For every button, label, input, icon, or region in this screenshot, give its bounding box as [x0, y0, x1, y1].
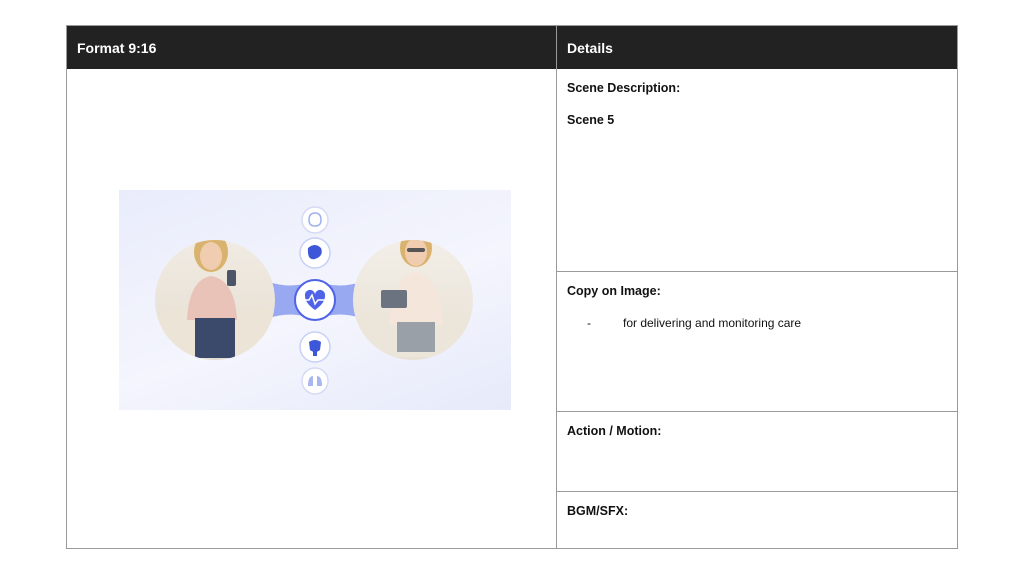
heart-pulse-icon [294, 279, 336, 321]
bgm-sfx-cell: BGM/SFX: [557, 492, 957, 548]
details-header: Details [557, 26, 957, 69]
stomach-icon [299, 237, 331, 269]
scene-number: Scene 5 [567, 113, 615, 127]
scene-description-label: Scene Description: [567, 81, 681, 95]
bladder-icon [299, 331, 331, 363]
patient-portrait [155, 240, 275, 360]
bgm-sfx-label: BGM/SFX: [567, 504, 629, 518]
copy-on-image-label: Copy on Image: [567, 284, 661, 298]
scene-illustration [119, 190, 511, 410]
brain-icon [301, 206, 329, 234]
format-header: Format 9:16 [67, 26, 557, 69]
action-motion-label: Action / Motion: [567, 424, 662, 438]
storyboard-table: Format 9:16 Details Scene Description: S… [66, 25, 958, 549]
copy-text: for delivering and monitoring care [623, 316, 802, 330]
bullet-dash: - [587, 316, 591, 330]
copy-on-image-cell: Copy on Image: - for delivering and moni… [557, 272, 957, 412]
doctor-portrait [353, 240, 473, 360]
action-motion-cell: Action / Motion: [557, 412, 957, 492]
telehealth-graphic [155, 206, 473, 395]
scene-description-cell: Scene Description: Scene 5 [557, 69, 957, 272]
lungs-icon [301, 367, 329, 395]
preview-cell [67, 69, 557, 548]
copy-bullet: - for delivering and monitoring care [567, 316, 947, 330]
